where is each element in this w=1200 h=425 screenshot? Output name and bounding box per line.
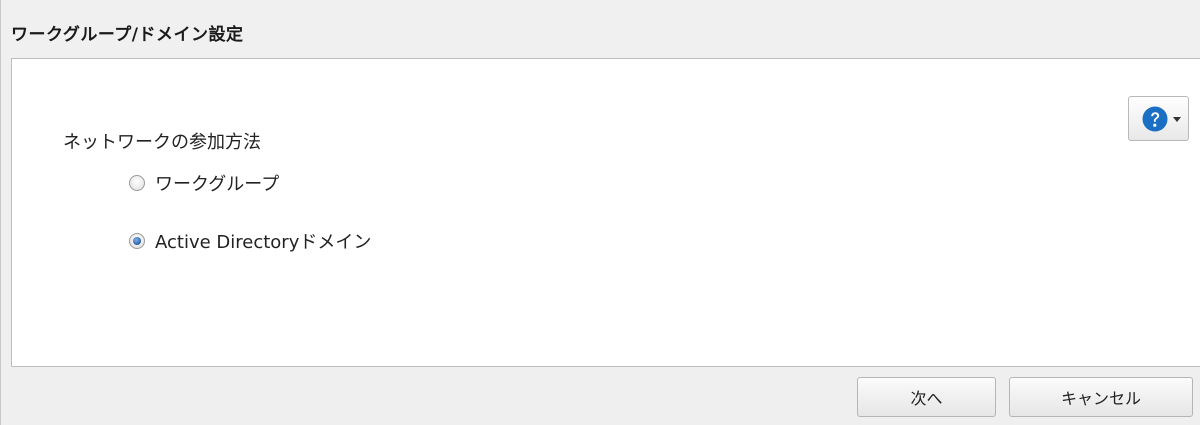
workgroup-radio[interactable] xyxy=(129,175,145,191)
dialog-content xyxy=(11,58,1200,367)
join-method-label: ネットワークの参加方法 xyxy=(63,132,261,153)
workgroup-option[interactable]: ワークグループ xyxy=(129,170,279,196)
active-directory-radio[interactable] xyxy=(129,233,145,249)
workgroup-label: ワークグループ xyxy=(155,174,280,195)
dialog-title: ワークグループ/ドメイン設定 xyxy=(11,25,244,45)
active-directory-option[interactable]: Active Directoryドメイン xyxy=(129,228,371,254)
help-button[interactable] xyxy=(1128,96,1189,141)
cancel-button[interactable]: キャンセル xyxy=(1009,377,1193,417)
settings-dialog: ワークグループ/ドメイン設定 ネットワークの参加方法 ワークグループ Activ… xyxy=(0,0,1200,425)
active-directory-label: Active Directoryドメイン xyxy=(155,232,372,253)
dialog-titlebar: ワークグループ/ドメイン設定 xyxy=(1,0,1200,58)
question-circle-icon xyxy=(1142,106,1168,132)
next-button[interactable]: 次へ xyxy=(857,377,996,417)
chevron-down-icon xyxy=(1173,117,1181,122)
